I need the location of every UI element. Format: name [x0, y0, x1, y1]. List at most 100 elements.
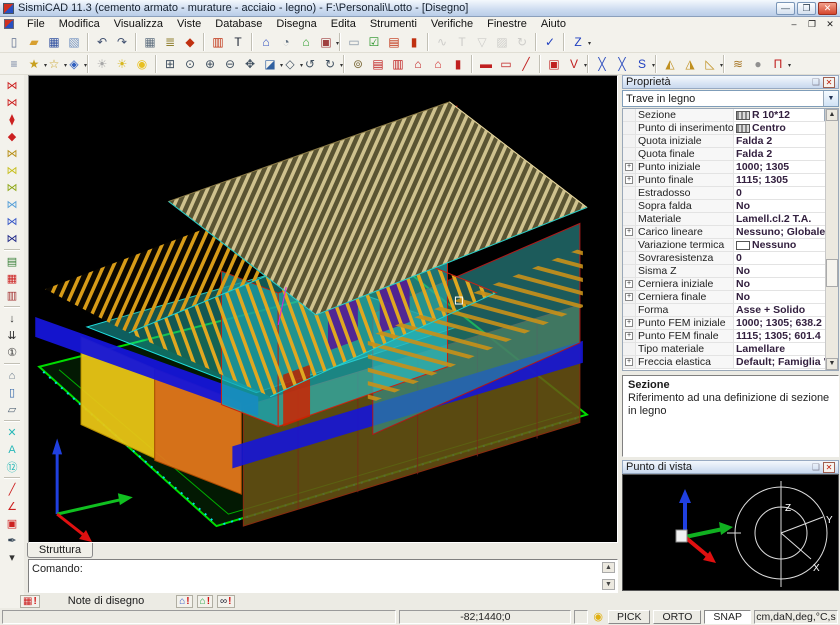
orto-toggle[interactable]: ORTO — [653, 610, 701, 624]
property-row[interactable]: Punto di inserimentoCentro — [623, 122, 838, 135]
view-3d-button[interactable]: ◈▾ — [64, 54, 84, 73]
plumb-button[interactable]: ◆ — [180, 32, 200, 51]
property-row[interactable]: +Punto iniziale1000; 1305 — [623, 161, 838, 174]
property-value[interactable]: No — [734, 278, 838, 290]
expand-icon[interactable]: + — [623, 278, 636, 290]
property-value[interactable]: No — [734, 200, 838, 212]
light-mid-button[interactable]: ☀ — [112, 54, 132, 73]
menu-strumenti[interactable]: Strumenti — [363, 18, 424, 30]
open-file-button[interactable]: ▰ — [24, 32, 44, 51]
expand-icon[interactable]: + — [623, 226, 636, 238]
property-row[interactable]: +Punto FEM finale1115; 1305; 601.4 — [623, 330, 838, 343]
property-row[interactable]: SezioneR 10*12▼ — [623, 109, 838, 122]
moment-diagram-button[interactable]: ▤ — [384, 32, 404, 51]
zoom-window-button[interactable]: ⊞ — [160, 54, 180, 73]
property-row[interactable]: FormaAsse + Solido — [623, 304, 838, 317]
brace-x-button[interactable]: ╳ — [592, 54, 612, 73]
property-row[interactable]: Tipo materialeLamellare — [623, 343, 838, 356]
expand-icon[interactable]: + — [623, 356, 636, 368]
draw-beam-olive-button[interactable]: ⋈ — [3, 179, 22, 196]
drawing-canvas[interactable] — [28, 75, 618, 543]
draw-beam-yellow-button[interactable]: ⋈ — [3, 162, 22, 179]
masonry-building-button[interactable]: ▥ — [3, 287, 22, 304]
line-red-button[interactable]: ╱ — [3, 481, 22, 498]
truss-diagonal-button[interactable]: ╱ — [516, 54, 536, 73]
note-roof-blue-button[interactable]: ⌂! — [176, 595, 192, 608]
menu-viste[interactable]: Viste — [170, 18, 208, 30]
steel-dropdown-icon[interactable]: ▾ — [652, 62, 655, 69]
save-file-button[interactable]: ▦ — [44, 32, 64, 51]
orbit-continuous-dropdown-icon[interactable]: ▾ — [340, 62, 343, 69]
text-button[interactable]: T — [228, 32, 248, 51]
property-row[interactable]: Sopra faldaNo — [623, 200, 838, 213]
property-value[interactable]: Asse + Solido — [734, 304, 838, 316]
zoom-in-button[interactable]: ⊕ — [200, 54, 220, 73]
floor-levels-button[interactable]: ▤ — [3, 253, 22, 270]
snap-toggle[interactable]: SNAP — [704, 610, 751, 624]
property-value[interactable]: Centro — [734, 122, 838, 134]
roof-tool-button[interactable]: ⌂ — [3, 367, 22, 384]
brace-x-2-button[interactable]: ╳ — [612, 54, 632, 73]
building-view-button[interactable]: ⌂ — [408, 54, 428, 73]
thermal-button[interactable]: ▮ — [404, 32, 424, 51]
note-alert-button[interactable]: ▦! — [20, 595, 40, 608]
rebar-button[interactable]: ▥ — [208, 32, 228, 51]
view-box-button[interactable]: ◇▾ — [280, 54, 300, 73]
viewpoint-close-icon[interactable]: ✕ — [823, 462, 835, 473]
node-frame-button[interactable]: ⌂ — [256, 32, 276, 51]
light-high-button[interactable]: ◉ — [132, 54, 152, 73]
menu-database[interactable]: Database — [208, 18, 269, 30]
load-multiple-button[interactable]: ⇊ — [3, 327, 22, 344]
properties-close-icon[interactable]: ✕ — [823, 77, 835, 88]
line-style-dropdown-icon[interactable]: ▾ — [588, 40, 591, 47]
wood-logs-button[interactable]: ≋ — [728, 54, 748, 73]
zoom-out-button[interactable]: ⊖ — [220, 54, 240, 73]
property-value[interactable]: Falda 2 — [734, 148, 838, 160]
verify-v-button[interactable]: V▾ — [564, 54, 584, 73]
close-button[interactable]: ✕ — [818, 2, 837, 15]
zoom-object-button[interactable]: ⊚ — [348, 54, 368, 73]
pin-icon[interactable]: ❑ — [812, 77, 820, 88]
stone-button[interactable]: ● — [748, 54, 768, 73]
draw-beam-red-1-button[interactable]: ⋈ — [3, 77, 22, 94]
verify-button[interactable]: ✓ — [540, 32, 560, 51]
solid-view-dropdown-icon[interactable]: ▾ — [336, 40, 339, 47]
property-row[interactable]: Variazione termicaNessuno — [623, 239, 838, 252]
orbit-button[interactable]: ↺ — [300, 54, 320, 73]
light-low-button[interactable]: ☀ — [92, 54, 112, 73]
property-value[interactable]: 1115; 1305; 601.4 — [734, 330, 838, 342]
property-row[interactable]: +Cerniera finaleNo — [623, 291, 838, 304]
command-scroll-up[interactable]: ▲ — [602, 562, 615, 573]
truss-roof-2-button[interactable]: ◮ — [680, 54, 700, 73]
menu-modifica[interactable]: Modifica — [52, 18, 107, 30]
zoom-previous-button[interactable]: ⊙ — [180, 54, 200, 73]
erase-text-button[interactable]: A — [3, 441, 22, 458]
expand-icon[interactable]: + — [623, 291, 636, 303]
sheet-copy-button[interactable]: ▱ — [3, 401, 22, 418]
chevron-down-icon[interactable]: ▼ — [823, 91, 838, 106]
layers-button[interactable]: ≡ — [4, 54, 24, 73]
roof-view-button[interactable]: ⌂ — [428, 54, 448, 73]
polyline-red-button[interactable]: ∠ — [3, 498, 22, 515]
check-table-button[interactable]: ☑ — [364, 32, 384, 51]
draw-beam-blue-button[interactable]: ⋈ — [3, 213, 22, 230]
wall-view-button[interactable]: ▥ — [388, 54, 408, 73]
document-icon[interactable] — [4, 19, 14, 29]
column-view-button[interactable]: ▮ — [448, 54, 468, 73]
save-all-button[interactable]: ▧ — [64, 32, 84, 51]
draw-beam-red-2-button[interactable]: ⋈ — [3, 94, 22, 111]
selection-window-button[interactable]: ▭ — [344, 32, 364, 51]
light-bulb-icon[interactable]: ◉ — [591, 610, 605, 624]
scroll-down-icon[interactable]: ▼ — [826, 358, 838, 370]
property-value[interactable]: 1000; 1305 — [734, 161, 838, 173]
redraw-button[interactable]: ◪▾ — [260, 54, 280, 73]
property-row[interactable]: Sisma ZNo — [623, 265, 838, 278]
expand-icon[interactable]: + — [623, 174, 636, 186]
note-roof-green-button[interactable]: ⌂! — [197, 595, 213, 608]
menu-edita[interactable]: Edita — [324, 18, 363, 30]
draw-slab-red-button[interactable]: ◆ — [3, 128, 22, 145]
command-input[interactable]: Comando: ▲ ▼ — [28, 559, 618, 593]
bridge-button[interactable]: Π▾ — [768, 54, 788, 73]
sheet-number-button[interactable]: ① — [3, 344, 22, 361]
property-value[interactable]: 0 — [734, 187, 838, 199]
